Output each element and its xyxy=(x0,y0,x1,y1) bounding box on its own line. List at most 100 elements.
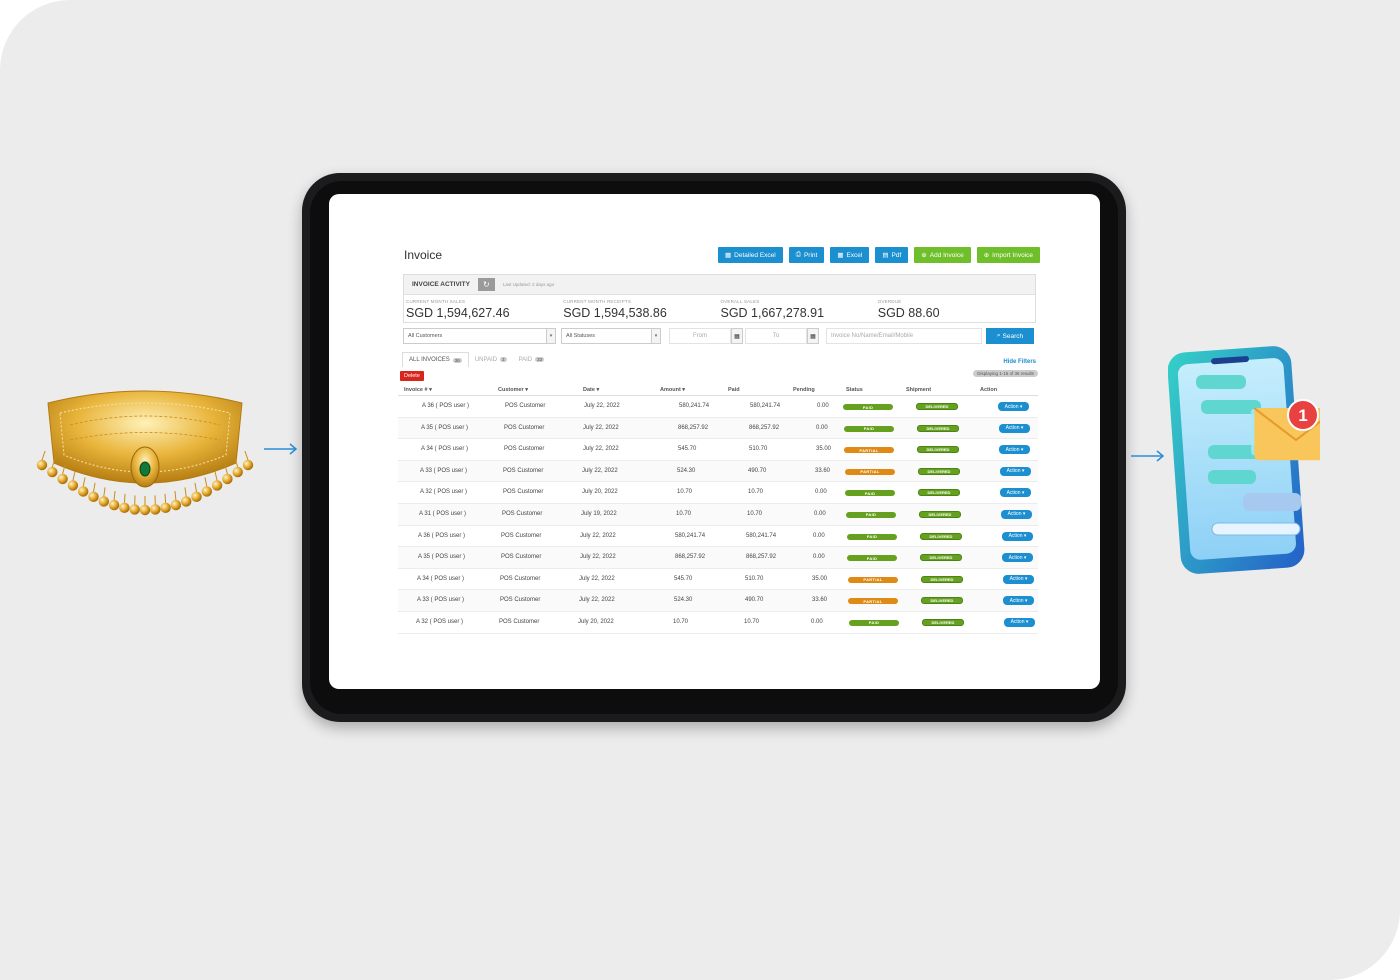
cell-customer: POS Customer xyxy=(502,510,543,517)
search-button[interactable]: ⌕ Search xyxy=(986,328,1034,344)
from-date-input[interactable]: From xyxy=(669,328,731,344)
action-dropdown-button[interactable]: Action ▾ xyxy=(998,402,1029,411)
table-row[interactable]: A 34 ( POS user ) POS Customer July 22, 20… xyxy=(398,439,1038,461)
necklace-bead xyxy=(181,496,192,507)
stat-label: OVERALL SALES xyxy=(720,299,760,304)
cell-paid: 10.70 xyxy=(748,489,764,496)
tab-unpaid[interactable]: UNPAID 3 xyxy=(469,352,513,367)
necklace-bead xyxy=(232,466,243,478)
pdf-icon: ▤ xyxy=(882,252,889,259)
action-dropdown-button[interactable]: Action ▾ xyxy=(1000,466,1031,476)
printer-icon: ⎙ xyxy=(795,251,801,258)
table-row[interactable]: A 36 ( POS user ) POS Customer July 22, 20… xyxy=(398,396,1038,418)
stats-row: CURRENT MONTH SALES SGD 1,594,627.46 CUR… xyxy=(404,295,1035,320)
import-invoice-button[interactable]: ⊕ Import Invoice xyxy=(976,247,1040,263)
necklace-illustration xyxy=(36,390,254,516)
action-dropdown-button[interactable]: Action ▾ xyxy=(1002,553,1033,563)
status-badge: PAID xyxy=(843,404,893,410)
add-invoice-button[interactable]: ⊕ Add Invoice xyxy=(914,247,971,263)
customer-select-value: All Customers xyxy=(408,333,443,339)
refresh-icon: ↻ xyxy=(483,280,490,289)
refresh-button[interactable]: ↻ xyxy=(477,278,495,291)
stat-overdue: OVERDUE SGD 88.60 xyxy=(878,299,1035,320)
necklace-bead xyxy=(201,486,212,497)
cell-date: July 22, 2022 xyxy=(583,424,619,431)
arrow-right-icon xyxy=(1131,450,1165,462)
necklace-bead xyxy=(139,504,151,516)
calendar-icon[interactable]: ▦ xyxy=(731,328,743,344)
status-select[interactable]: All Statuses ▾ xyxy=(561,328,661,344)
table-row[interactable]: A 33 ( POS user ) POS Customer July 22, 20… xyxy=(398,590,1038,612)
cell-paid: 510.70 xyxy=(749,446,768,453)
table-row[interactable]: A 35 ( POS user ) POS Customer July 22, 20… xyxy=(398,417,1038,440)
necklace-bead xyxy=(98,496,110,507)
cell-pending: 0.00 xyxy=(815,489,827,496)
column-header-customer[interactable]: Customer ▾ xyxy=(498,387,528,393)
table-row[interactable]: A 35 ( POS user ) POS Customer July 22, 20… xyxy=(398,547,1038,569)
action-dropdown-button[interactable]: Action ▾ xyxy=(1002,531,1033,541)
table-row[interactable]: A 36 ( POS user ) POS Customer July 22, 20… xyxy=(398,526,1038,548)
table-row[interactable]: A 34 ( POS user ) POS Customer July 22, 20… xyxy=(398,569,1038,591)
column-header-amount[interactable]: Amount ▾ xyxy=(660,387,685,393)
table-body: A 36 ( POS user ) POS Customer July 22, 20… xyxy=(398,396,1038,634)
cell-amount: 524.30 xyxy=(677,467,696,474)
notification-count: 1 xyxy=(1298,406,1307,425)
column-header-invoice[interactable]: Invoice # ▾ xyxy=(404,387,432,393)
shipment-badge: DELIVERED xyxy=(920,554,962,562)
to-date-input[interactable]: To xyxy=(745,328,807,344)
cell-customer: POS Customer xyxy=(503,489,544,496)
action-dropdown-button[interactable]: Action ▾ xyxy=(1001,509,1032,519)
tablet-screen: Invoice ▦ Detailed Excel ⎙ Print ▦ Excel xyxy=(329,194,1100,689)
detailed-excel-button[interactable]: ▦ Detailed Excel xyxy=(718,247,783,263)
delete-button[interactable]: Delete xyxy=(400,371,424,381)
action-dropdown-button[interactable]: Action ▾ xyxy=(1003,574,1034,584)
stat-label: CURRENT MONTH RECEIPTS xyxy=(563,299,632,304)
toolbar: ▦ Detailed Excel ⎙ Print ▦ Excel ▤ Pdf ⊕… xyxy=(718,247,1040,263)
necklace-bead xyxy=(170,499,182,511)
tab-count: 33 xyxy=(535,357,545,362)
action-dropdown-button[interactable]: Action ▾ xyxy=(1000,488,1031,498)
cell-pending: 0.00 xyxy=(813,554,825,561)
stat-current-month-sales: CURRENT MONTH SALES SGD 1,594,627.46 xyxy=(406,299,563,320)
necklace-bead xyxy=(129,504,140,515)
import-invoice-label: Import Invoice xyxy=(992,251,1033,259)
table-row[interactable]: A 31 ( POS user ) POS Customer July 19, 20… xyxy=(398,503,1038,526)
action-dropdown-button[interactable]: Action ▾ xyxy=(1003,596,1034,606)
column-header-status: Status xyxy=(846,387,863,393)
action-dropdown-button[interactable]: Action ▾ xyxy=(999,423,1030,433)
search-input[interactable]: Invoice No/Name/Email/Mobile xyxy=(826,328,982,344)
cell-customer: POS Customer xyxy=(500,597,541,604)
excel-label: Excel xyxy=(846,251,863,259)
action-dropdown-button[interactable]: Action ▾ xyxy=(1004,617,1035,627)
action-dropdown-button[interactable]: Action ▾ xyxy=(999,445,1030,455)
cell-invoice: A 31 ( POS user ) xyxy=(419,510,467,517)
tab-paid[interactable]: PAID 33 xyxy=(513,352,551,367)
status-badge: PAID xyxy=(847,533,897,540)
filter-bar: All Customers ▾ All Statuses ▾ From ▦ To… xyxy=(403,328,1036,344)
table-row[interactable]: A 32 ( POS user ) POS Customer July 20, 20… xyxy=(398,482,1038,504)
column-header-action: Action xyxy=(980,387,998,393)
tab-all-invoices[interactable]: ALL INVOICES 36 xyxy=(402,352,469,367)
cell-paid: 490.70 xyxy=(745,597,764,604)
cell-date: July 22, 2022 xyxy=(582,467,618,474)
cell-pending: 0.00 xyxy=(811,618,823,625)
column-header-date[interactable]: Date ▾ xyxy=(583,387,599,393)
cell-date: July 22, 2022 xyxy=(579,597,615,604)
tablet-device: Invoice ▦ Detailed Excel ⎙ Print ▦ Excel xyxy=(302,173,1126,722)
calendar-icon[interactable]: ▦ xyxy=(807,328,819,344)
print-button[interactable]: ⎙ Print xyxy=(788,247,825,263)
table-row[interactable]: A 32 ( POS user ) POS Customer July 20, 20… xyxy=(398,612,1038,634)
cell-date: July 22, 2022 xyxy=(580,554,616,561)
status-badge: PAID xyxy=(845,490,895,497)
hide-filters-link[interactable]: Hide Filters xyxy=(1003,359,1036,365)
excel-button[interactable]: ▦ Excel xyxy=(830,247,870,263)
cell-amount: 10.70 xyxy=(677,489,693,496)
table-row[interactable]: A 33 ( POS user ) POS Customer July 22, 20… xyxy=(398,460,1038,483)
status-badge: PARTIAL xyxy=(845,468,895,475)
cell-amount: 10.70 xyxy=(673,618,689,625)
shipment-badge: DELIVERED xyxy=(921,597,963,605)
customer-select[interactable]: All Customers ▾ xyxy=(403,328,556,344)
detailed-excel-label: Detailed Excel xyxy=(734,251,776,259)
pdf-button[interactable]: ▤ Pdf xyxy=(875,247,909,263)
necklace-bead xyxy=(242,459,254,471)
